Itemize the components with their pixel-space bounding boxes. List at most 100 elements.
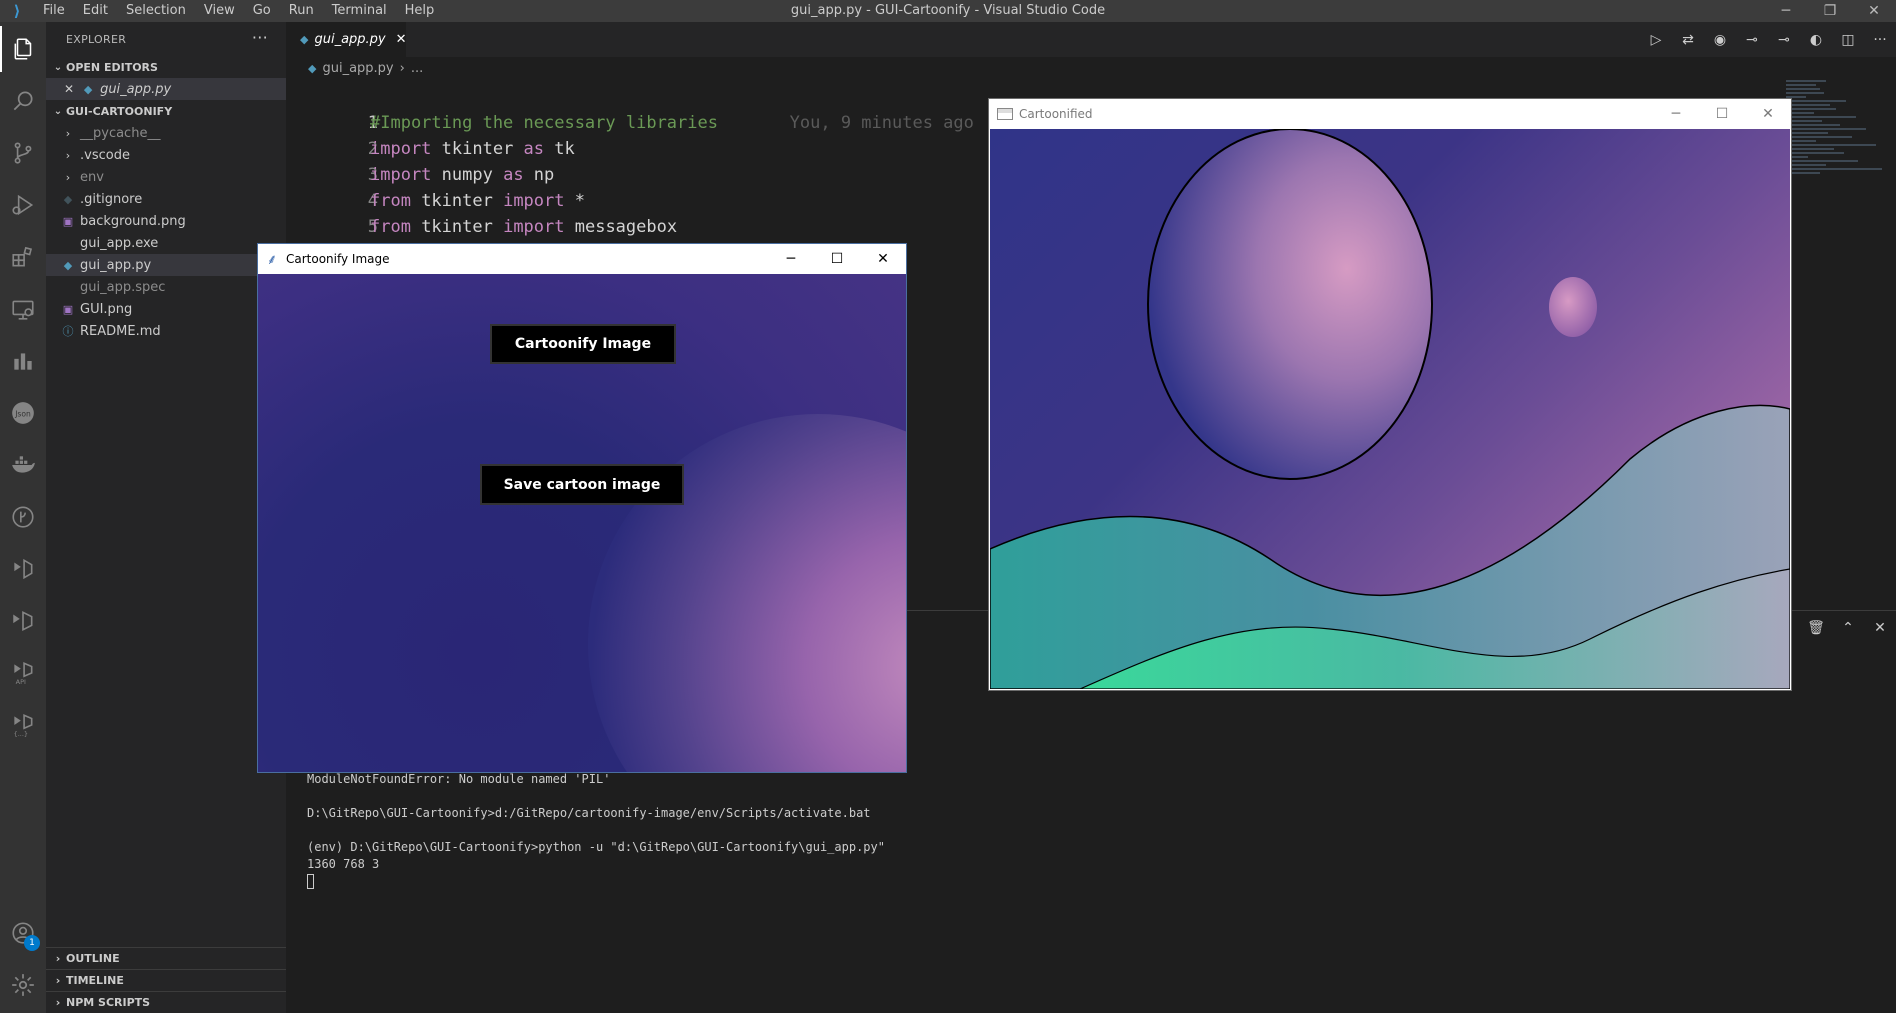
run-debug-icon[interactable] bbox=[0, 182, 46, 228]
api-icon[interactable]: API bbox=[0, 650, 46, 696]
restore-button[interactable]: ❐ bbox=[1808, 0, 1852, 22]
tree-item-gui-png[interactable]: ▣ GUI.png bbox=[46, 298, 286, 320]
comment-token: #Importing the necessary libraries bbox=[370, 113, 718, 133]
tree-item-gui-app-spec[interactable]: gui_app.spec bbox=[46, 276, 286, 298]
source-control-icon[interactable] bbox=[0, 130, 46, 176]
trash-icon[interactable]: 🗑 bbox=[1800, 620, 1832, 636]
compare-icon[interactable]: ⇄ bbox=[1672, 32, 1704, 48]
settings-sync-icon[interactable]: {...} bbox=[0, 702, 46, 748]
minimize-button[interactable]: ─ bbox=[1764, 0, 1808, 22]
chevron-right-icon: › bbox=[399, 60, 405, 76]
account-icon[interactable]: 1 bbox=[0, 910, 46, 956]
code-token: tkinter bbox=[410, 217, 504, 237]
python-file-icon: ◆ bbox=[300, 33, 309, 46]
terminal-output[interactable]: ModuleNotFoundError: No module named 'PI… bbox=[307, 771, 885, 890]
outline-section[interactable]: › OUTLINE bbox=[46, 947, 286, 969]
project-section[interactable]: ⌄ GUI-CARTOONIFY bbox=[46, 100, 286, 122]
minimize-button[interactable]: ─ bbox=[1653, 99, 1699, 129]
close-button[interactable]: ✕ bbox=[1852, 0, 1896, 22]
close-button[interactable]: ✕ bbox=[1745, 99, 1791, 129]
tree-item-pycache[interactable]: › __pycache__ bbox=[46, 122, 286, 144]
menu-bar: File Edit Selection View Go Run Terminal… bbox=[34, 0, 443, 22]
tree-item-label: __pycache__ bbox=[80, 125, 161, 141]
open-editor-item[interactable]: ✕ ◆ gui_app.py bbox=[46, 78, 286, 100]
line-number: 5 bbox=[367, 217, 378, 237]
npm-scripts-section[interactable]: › NPM SCRIPTS bbox=[46, 991, 286, 1013]
menu-go[interactable]: Go bbox=[244, 0, 280, 22]
tree-item-label: env bbox=[80, 169, 104, 185]
breadcrumb-file[interactable]: gui_app.py bbox=[322, 61, 393, 76]
split-editor-icon[interactable]: ◫ bbox=[1832, 32, 1864, 48]
line-text: from tkinter import messagebox bbox=[370, 214, 677, 240]
window-controls: ─ ❐ ✕ bbox=[1764, 0, 1896, 22]
explorer-icon[interactable] bbox=[0, 26, 46, 72]
more-icon[interactable]: ··· bbox=[1864, 32, 1896, 48]
cartoonify-image-button[interactable]: Cartoonify Image bbox=[490, 324, 676, 364]
python-file-icon: ◆ bbox=[308, 61, 317, 75]
tree-item-gui-app-py[interactable]: ◆ gui_app.py bbox=[46, 254, 286, 276]
minimap[interactable] bbox=[1786, 80, 1886, 270]
timeline-section[interactable]: › TIMELINE bbox=[46, 969, 286, 991]
editor-actions: ▷ ⇄ ◉ ⊸ ⊸ ◐ ◫ ··· bbox=[1640, 22, 1896, 57]
tree-item-gitignore[interactable]: ◆ .gitignore bbox=[46, 188, 286, 210]
close-icon[interactable]: ✕ bbox=[396, 32, 407, 47]
json-icon[interactable]: Json bbox=[0, 390, 46, 436]
git-graph-icon[interactable] bbox=[0, 494, 46, 540]
tk-background-image: Cartoonify Image Save cartoon image bbox=[258, 274, 906, 772]
large-moon bbox=[1147, 129, 1433, 480]
small-moon bbox=[1549, 277, 1597, 337]
image-file-icon: ▣ bbox=[62, 302, 74, 316]
maximize-button[interactable]: ☐ bbox=[814, 244, 860, 274]
menu-view[interactable]: View bbox=[195, 0, 244, 22]
menu-file[interactable]: File bbox=[34, 0, 74, 22]
keyword-token: as bbox=[503, 165, 524, 185]
menu-selection[interactable]: Selection bbox=[117, 0, 195, 22]
run-icon[interactable]: ▷ bbox=[1640, 32, 1672, 48]
maximize-button[interactable]: ☐ bbox=[1699, 99, 1745, 129]
menu-terminal[interactable]: Terminal bbox=[323, 0, 396, 22]
deploy-icon[interactable] bbox=[0, 598, 46, 644]
manage-gear-icon[interactable] bbox=[0, 962, 46, 1008]
tree-item-vscode[interactable]: › .vscode bbox=[46, 144, 286, 166]
tree-item-label: gui_app.spec bbox=[80, 279, 166, 295]
git-lens-icon[interactable]: ◉ bbox=[1704, 32, 1736, 48]
extensions-icon[interactable] bbox=[0, 234, 46, 280]
previous-change-icon[interactable]: ⊸ bbox=[1736, 32, 1768, 48]
close-panel-icon[interactable]: ✕ bbox=[1864, 620, 1896, 636]
keyword-token: import bbox=[370, 139, 432, 159]
close-icon[interactable]: ✕ bbox=[64, 82, 74, 96]
more-actions-button[interactable]: ··· bbox=[252, 28, 268, 47]
tree-item-readme[interactable]: ⓘ README.md bbox=[46, 320, 286, 342]
cartoonified-title-bar: Cartoonified ─ ☐ ✕ bbox=[989, 99, 1791, 129]
terminal-prompt[interactable] bbox=[307, 873, 885, 890]
open-editors-section[interactable]: ⌄ OPEN EDITORS bbox=[46, 56, 286, 78]
keyword-token: from bbox=[370, 191, 411, 211]
git-blame-annotation: You, 9 minutes ago bbox=[718, 113, 974, 133]
tree-item-gui-app-exe[interactable]: gui_app.exe bbox=[46, 232, 286, 254]
breadcrumb: ◆ gui_app.py › ... bbox=[286, 57, 986, 79]
svg-text:Json: Json bbox=[14, 409, 31, 418]
tree-item-background-png[interactable]: ▣ background.png bbox=[46, 210, 286, 232]
save-cartoon-image-button[interactable]: Save cartoon image bbox=[480, 464, 684, 505]
remote-explorer-icon[interactable] bbox=[0, 286, 46, 332]
menu-run[interactable]: Run bbox=[280, 0, 323, 22]
chart-icon[interactable] bbox=[0, 338, 46, 384]
menu-edit[interactable]: Edit bbox=[74, 0, 117, 22]
minimize-button[interactable]: ─ bbox=[768, 244, 814, 274]
tree-item-env[interactable]: › env bbox=[46, 166, 286, 188]
close-button[interactable]: ✕ bbox=[860, 244, 906, 274]
tab-gui-app-py[interactable]: ◆ gui_app.py ✕ bbox=[286, 22, 407, 57]
test-icon[interactable] bbox=[0, 546, 46, 592]
search-icon[interactable] bbox=[0, 78, 46, 124]
terminal-line: D:\GitRepo\GUI-Cartoonify>d:/GitRepo/car… bbox=[307, 806, 871, 820]
docker-icon[interactable] bbox=[0, 442, 46, 488]
breadcrumb-symbol[interactable]: ... bbox=[411, 61, 423, 76]
maximize-panel-icon[interactable]: ⌃ bbox=[1832, 620, 1864, 636]
next-change-icon[interactable]: ⊸ bbox=[1768, 32, 1800, 48]
timeline-icon[interactable]: ◐ bbox=[1800, 32, 1832, 48]
account-badge: 1 bbox=[24, 935, 40, 951]
cartoonified-window-controls: ─ ☐ ✕ bbox=[1653, 99, 1791, 129]
menu-help[interactable]: Help bbox=[396, 0, 444, 22]
editor-tabs: ◆ gui_app.py ✕ ▷ ⇄ ◉ ⊸ ⊸ ◐ ◫ ··· bbox=[286, 22, 1896, 57]
